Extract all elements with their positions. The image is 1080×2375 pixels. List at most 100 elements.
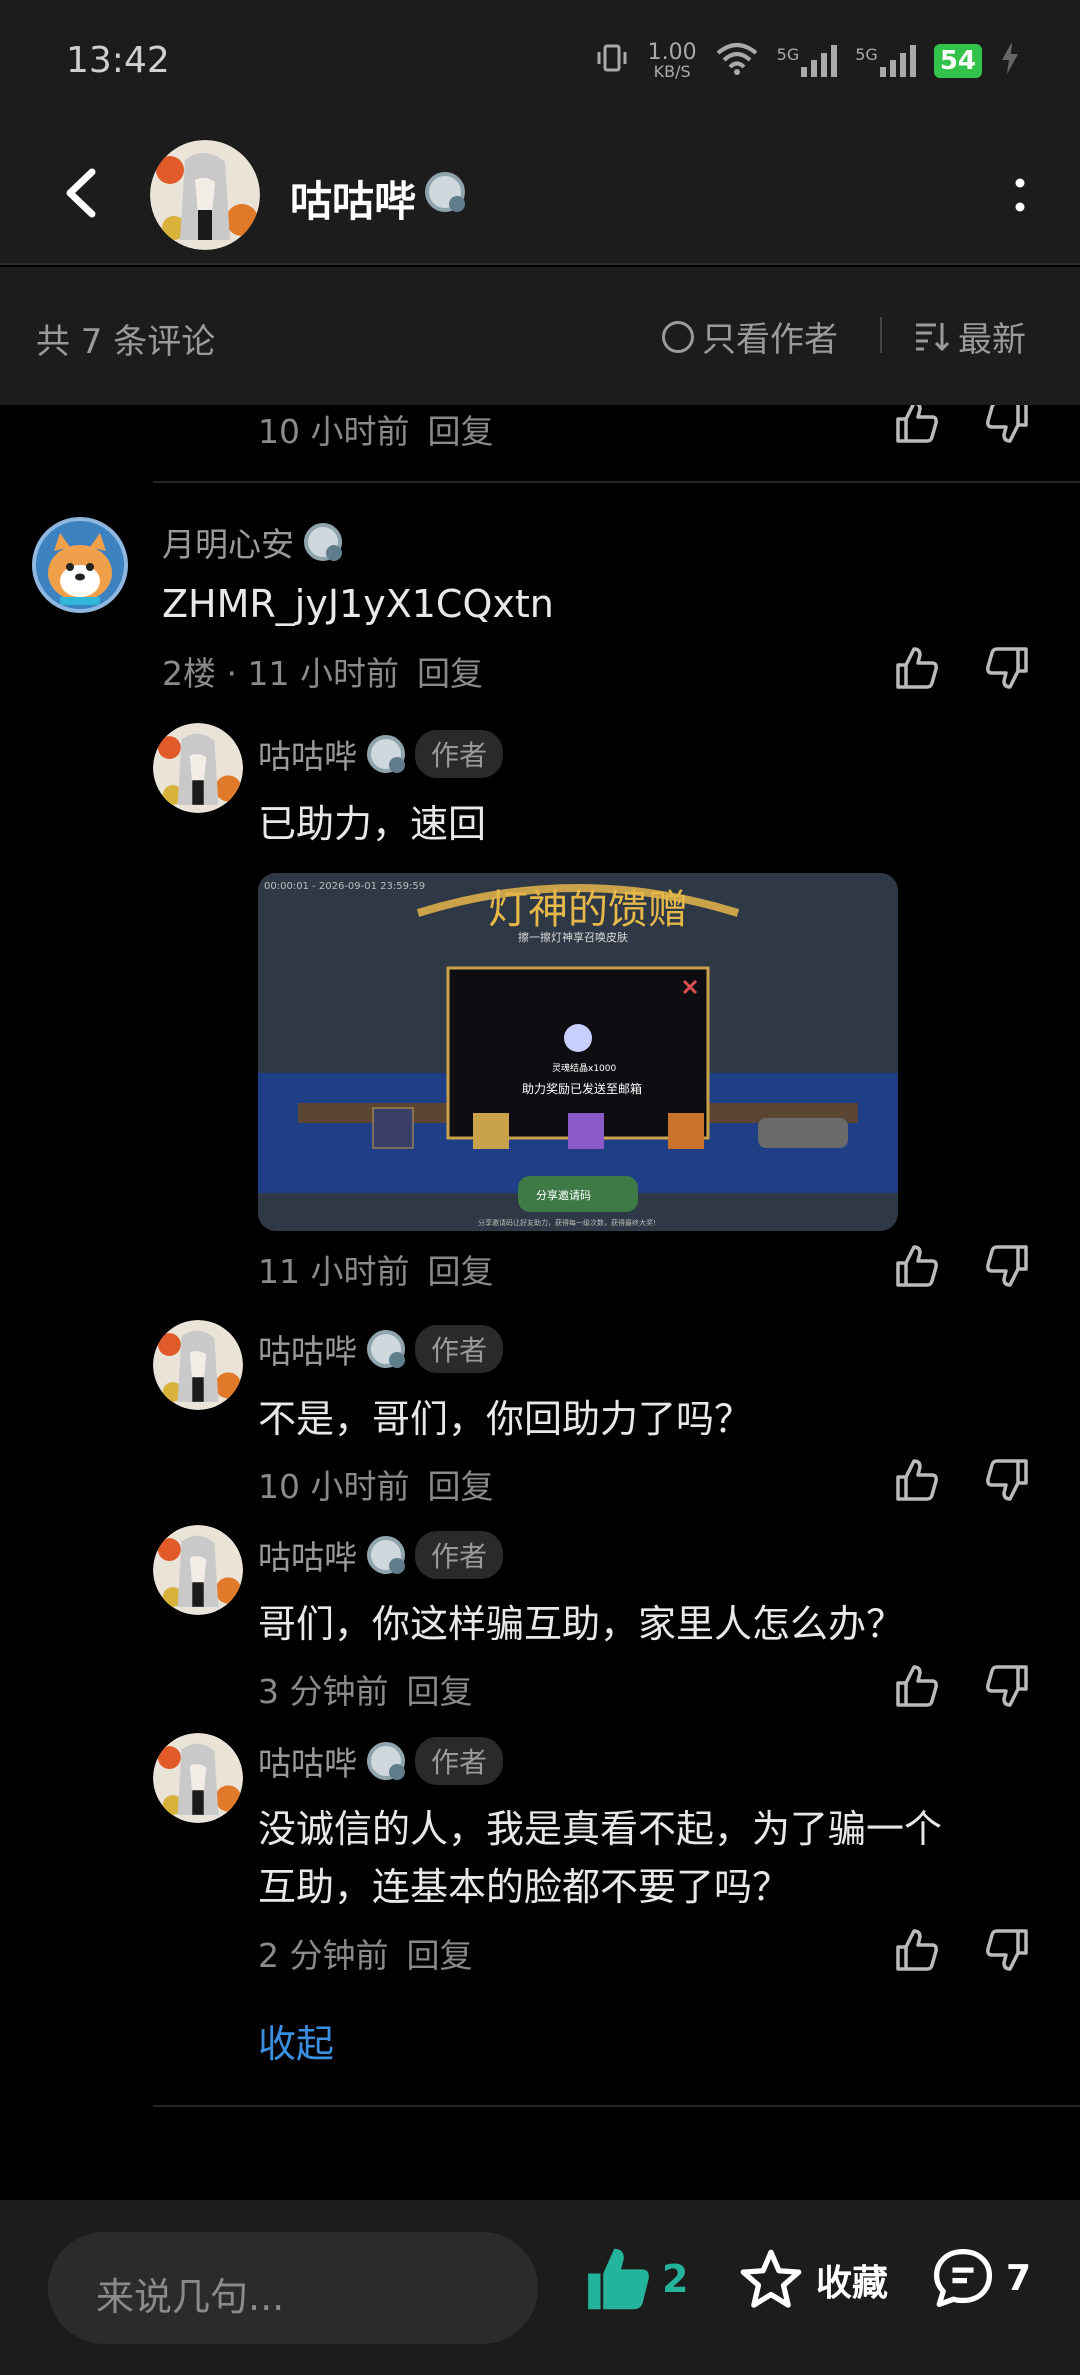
level-badge-icon: [367, 1742, 405, 1780]
comment-meta: 10 小时前 回复: [258, 412, 494, 451]
vote-actions: [892, 1661, 1032, 1711]
reply-text: 没诚信的人，我是真看不起，为了骗一个 互助，连基本的脸都不要了吗？: [258, 1807, 943, 1909]
svg-text:擦一擦灯神享召唤皮肤: 擦一擦灯神享召唤皮肤: [518, 930, 628, 944]
only-author-toggle[interactable]: 只看作者: [662, 312, 838, 361]
reply-text: 已助力，速回: [258, 802, 487, 846]
vote-actions: [892, 405, 1032, 447]
reply-meta: 3 分钟前 回复: [258, 1672, 473, 1711]
author-tag: 作者: [415, 1737, 504, 1785]
vote-actions: [892, 1455, 1032, 1505]
like-icon[interactable]: [892, 1661, 942, 1711]
collapse-replies-link[interactable]: 收起: [258, 2013, 334, 2068]
reply-username[interactable]: 咕咕哔 作者: [258, 1531, 504, 1579]
comment-meta: 2楼 · 11 小时前 回复: [162, 654, 483, 693]
status-bar: 13:42 1.00 KB/S 5G 5G 54: [0, 0, 1080, 130]
comment-bubble-icon: [933, 2248, 993, 2308]
battery-indicator: 54: [933, 44, 982, 78]
user-avatar[interactable]: [32, 517, 128, 613]
status-icons: 1.00 KB/S 5G 5G 54: [594, 40, 1020, 82]
comment-input-placeholder: 来说几句...: [96, 2275, 285, 2319]
comment-username[interactable]: 月明心安: [162, 518, 342, 566]
dislike-icon[interactable]: [982, 1455, 1032, 1505]
favorite-button[interactable]: 收藏: [738, 2248, 888, 2312]
reply-text: 不是，哥们，你回助力了吗？: [258, 1397, 753, 1441]
reply-avatar[interactable]: [153, 1320, 243, 1410]
favorite-label: 收藏: [816, 2263, 889, 2304]
thumbs-up-icon: [588, 2248, 649, 2310]
separator: [153, 2105, 1080, 2107]
sort-label: 最新: [958, 320, 1026, 360]
reply-username[interactable]: 咕咕哔 作者: [258, 730, 504, 778]
level-badge-icon: [367, 1330, 405, 1368]
svg-text:分享邀请码让好友助力，获得每一级次数，获得最终大奖!: 分享邀请码让好友助力，获得每一级次数，获得最终大奖!: [478, 1218, 656, 1227]
signal-icon: 5G: [777, 45, 838, 77]
dislike-icon[interactable]: [982, 643, 1032, 693]
comment-count: 共 7 条评论: [36, 322, 216, 362]
author-tag: 作者: [415, 730, 504, 778]
author-name: 咕咕哔: [290, 177, 417, 226]
divider: [880, 317, 882, 353]
reply-meta: 11 小时前 回复: [258, 1252, 494, 1291]
net-speed: 1.00 KB/S: [647, 40, 697, 81]
separator: [153, 481, 1080, 483]
level-badge-icon: [367, 1536, 405, 1574]
status-time: 13:42: [66, 40, 170, 81]
author-tag: 作者: [415, 1531, 504, 1579]
level-badge-icon: [367, 735, 405, 773]
vote-actions: [892, 643, 1032, 693]
level-badge-icon: [304, 523, 342, 561]
like-icon[interactable]: [892, 405, 942, 447]
reply-text: 哥们，你这样骗互助，家里人怎么办？: [258, 1602, 905, 1646]
comment-input[interactable]: 来说几句...: [48, 2232, 538, 2344]
charging-icon: [1000, 42, 1020, 80]
vote-actions: [892, 1241, 1032, 1291]
reply-link[interactable]: 回复: [427, 412, 493, 451]
wifi-icon: [715, 41, 759, 81]
reply-avatar[interactable]: [153, 1525, 243, 1615]
more-options-button[interactable]: [1010, 175, 1030, 215]
like-icon[interactable]: [892, 643, 942, 693]
more-vertical-icon: [1015, 178, 1025, 212]
like-icon[interactable]: [892, 1455, 942, 1505]
reply-avatar[interactable]: [153, 723, 243, 813]
star-icon: [740, 2249, 802, 2308]
reply-username[interactable]: 咕咕哔 作者: [258, 1325, 504, 1373]
dislike-icon[interactable]: [982, 1661, 1032, 1711]
level-badge-icon: [425, 172, 465, 212]
back-button[interactable]: [50, 158, 120, 228]
dislike-icon[interactable]: [982, 1241, 1032, 1291]
reply-link[interactable]: 回复: [427, 1467, 493, 1506]
like-button[interactable]: 2: [582, 2246, 688, 2312]
back-arrow-icon: [66, 168, 96, 218]
top-header: 咕咕哔: [0, 130, 1080, 265]
author-avatar[interactable]: [150, 140, 260, 250]
bottom-action-bar: 来说几句... 2 收藏 7: [0, 2200, 1080, 2375]
only-author-label: 只看作者: [702, 320, 838, 360]
like-icon[interactable]: [892, 1925, 942, 1975]
like-icon[interactable]: [892, 1241, 942, 1291]
vibrate-icon: [594, 40, 630, 82]
reply-username[interactable]: 咕咕哔 作者: [258, 1737, 504, 1785]
comments-button[interactable]: 7: [930, 2246, 1031, 2310]
signal-icon-2: 5G: [855, 45, 916, 77]
dislike-icon[interactable]: [982, 405, 1032, 447]
sort-newest-button[interactable]: 最新: [914, 312, 1026, 361]
comment-sort-bar: 共 7 条评论 只看作者 最新: [0, 267, 1080, 405]
attached-screenshot[interactable]: 灯神的馈赠 擦一擦灯神享召唤皮肤 00:00:01 - 2026-09-01 2…: [258, 873, 898, 1231]
comment-count-badge: 7: [1006, 2257, 1032, 2299]
reply-meta: 2 分钟前 回复: [258, 1936, 473, 1975]
reply-avatar[interactable]: [153, 1733, 243, 1823]
svg-text:助力奖励已发送至邮箱: 助力奖励已发送至邮箱: [522, 1081, 642, 1096]
author-tag: 作者: [415, 1325, 504, 1373]
svg-text:灯神的馈赠: 灯神的馈赠: [488, 887, 688, 933]
dislike-icon[interactable]: [982, 1925, 1032, 1975]
svg-text:灵魂结晶x1000: 灵魂结晶x1000: [552, 1062, 617, 1074]
reply-meta: 10 小时前 回复: [258, 1467, 494, 1506]
reply-link[interactable]: 回复: [427, 1252, 493, 1291]
sort-icon: [916, 322, 950, 351]
svg-text:分享邀请码: 分享邀请码: [536, 1188, 591, 1202]
reply-link[interactable]: 回复: [417, 654, 483, 693]
reply-link[interactable]: 回复: [407, 1936, 473, 1975]
comments-list: 10 小时前 回复 月明心安 ZHMR_jyJ1yX1CQxtn 2楼 · 11 …: [0, 405, 1080, 2200]
reply-link[interactable]: 回复: [407, 1672, 473, 1711]
